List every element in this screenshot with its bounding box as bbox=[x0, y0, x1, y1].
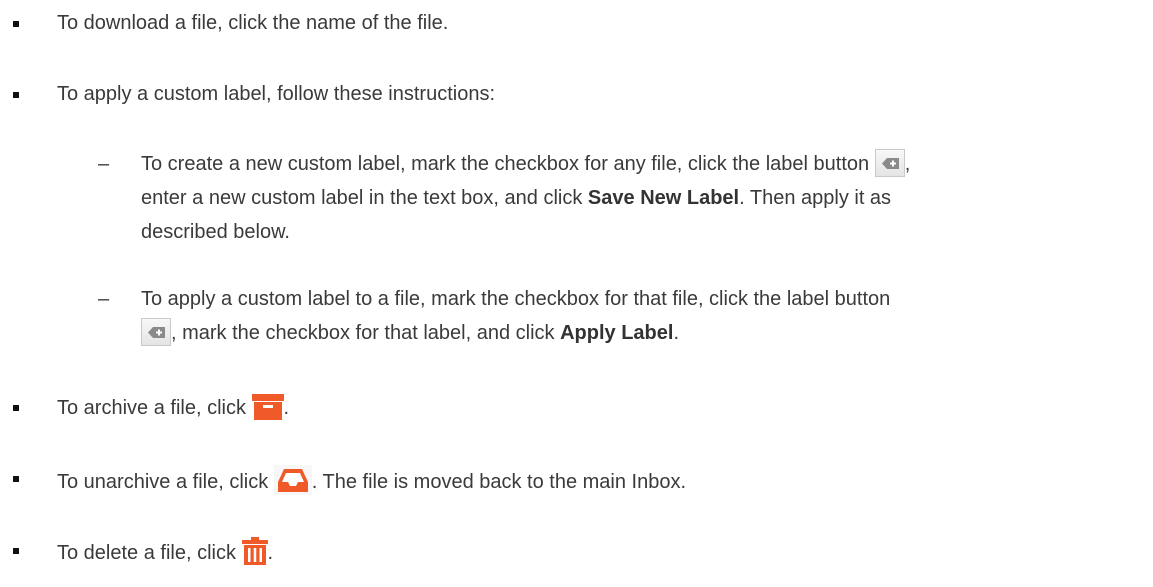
create-label-line1-text: To create a new custom label, mark the c… bbox=[141, 153, 870, 175]
bullet-marker bbox=[13, 92, 19, 98]
bullet-marker bbox=[13, 476, 19, 482]
apply-label-line1: To apply a custom label to a file, mark … bbox=[141, 288, 891, 310]
bullet-marker bbox=[13, 21, 19, 27]
create-label-line3: described below. bbox=[141, 221, 290, 243]
dash-marker: – bbox=[98, 153, 110, 175]
unarchive-rest: . The file is moved back to the main Inb… bbox=[311, 471, 687, 493]
archive-instruction: To archive a file, click . bbox=[57, 394, 289, 421]
delete-period: . bbox=[267, 542, 274, 564]
label-button-icon bbox=[141, 318, 171, 346]
create-label-text: To create a new custom label, mark the c… bbox=[141, 147, 1146, 249]
apply-label-line2-text: , mark the checkbox for that label, and … bbox=[171, 322, 555, 344]
create-label-line1: To create a new custom label, mark the c… bbox=[141, 147, 1146, 181]
apply-label-line2: , mark the checkbox for that label, and … bbox=[141, 316, 1146, 350]
bullet-marker bbox=[13, 405, 19, 411]
archive-period: . bbox=[283, 397, 290, 419]
create-label-line2: enter a new custom label in the text box… bbox=[141, 181, 1146, 215]
inbox-tray-icon bbox=[273, 465, 312, 495]
delete-text: To delete a file, click bbox=[57, 542, 236, 564]
custom-label-intro: To apply a custom label, follow these in… bbox=[57, 83, 495, 105]
create-label-line1-comma: , bbox=[904, 153, 911, 175]
create-label-line2-end: . Then apply it as bbox=[739, 187, 892, 209]
delete-instruction: To delete a file, click . bbox=[57, 537, 273, 566]
unarchive-instruction: To unarchive a file, click . The file is… bbox=[57, 465, 686, 495]
apply-label-period: . bbox=[673, 322, 679, 344]
trash-can-icon bbox=[241, 537, 268, 565]
apply-label-term: Apply Label bbox=[560, 322, 674, 344]
unarchive-text: To unarchive a file, click bbox=[57, 471, 269, 493]
label-button-icon bbox=[874, 149, 905, 177]
save-new-label-term: Save New Label bbox=[587, 187, 740, 209]
archive-text: To archive a file, click bbox=[57, 397, 246, 419]
archive-box-icon bbox=[251, 394, 284, 420]
download-instruction: To download a file, click the name of th… bbox=[57, 12, 449, 34]
bullet-marker bbox=[13, 548, 19, 554]
apply-label-text: To apply a custom label to a file, mark … bbox=[141, 282, 1146, 350]
create-label-line2-text: enter a new custom label in the text box… bbox=[141, 187, 583, 209]
instructions-document: To download a file, click the name of th… bbox=[0, 0, 1153, 587]
dash-marker: – bbox=[98, 288, 110, 310]
